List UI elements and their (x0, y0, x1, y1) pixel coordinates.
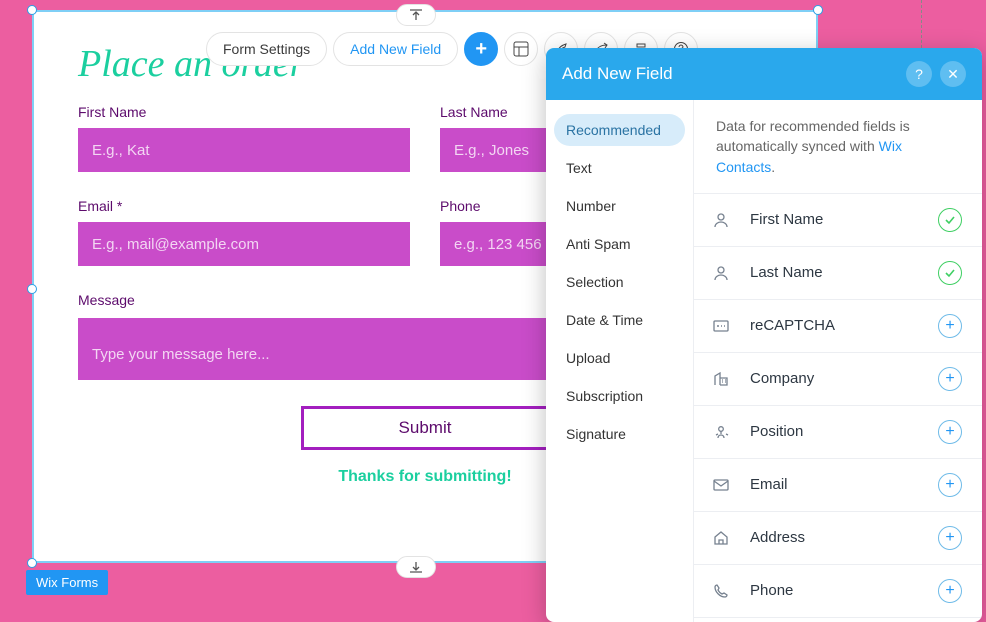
add-icon[interactable]: + (938, 314, 962, 338)
desc-suffix: . (771, 159, 775, 175)
field-option-position[interactable]: Position+ (694, 406, 982, 459)
panel-close-button[interactable]: ✕ (940, 61, 966, 87)
field-option-label: Email (750, 476, 938, 493)
field-option-label: Address (750, 529, 938, 546)
component-tag[interactable]: Wix Forms (26, 570, 108, 595)
resize-handle[interactable] (27, 558, 37, 568)
company-icon (710, 370, 732, 388)
add-icon[interactable]: + (938, 526, 962, 550)
add-new-field-button[interactable]: Add New Field (333, 32, 458, 66)
home-icon (710, 529, 732, 547)
field-option-last-name[interactable]: Last Name (694, 247, 982, 300)
mail-icon (710, 476, 732, 494)
field-option-label: Phone (750, 582, 938, 599)
position-icon (710, 423, 732, 441)
check-icon[interactable] (938, 208, 962, 232)
field-option-phone[interactable]: Phone+ (694, 565, 982, 618)
panel-header: Add New Field ? ✕ (546, 48, 982, 100)
field-option-label: Position (750, 423, 938, 440)
field-option-label: Last Name (750, 264, 938, 281)
category-number[interactable]: Number (554, 190, 685, 222)
email-input[interactable] (78, 222, 410, 266)
category-date-time[interactable]: Date & Time (554, 304, 685, 336)
resize-handle[interactable] (813, 5, 823, 15)
resize-handle[interactable] (27, 284, 37, 294)
first-name-input[interactable] (78, 128, 410, 172)
layout-icon[interactable] (504, 32, 538, 66)
add-icon[interactable]: + (938, 420, 962, 444)
field-option-email[interactable]: Email+ (694, 459, 982, 512)
category-selection[interactable]: Selection (554, 266, 685, 298)
field-option-birthday[interactable]: 17Birthday+ (694, 618, 982, 622)
category-list: Recommended Text Number Anti Spam Selection D… (546, 100, 694, 622)
person-icon (710, 211, 732, 229)
add-icon[interactable]: + (938, 367, 962, 391)
field-option-first-name[interactable]: First Name (694, 194, 982, 247)
add-field-panel: Add New Field ? ✕ Recommended Text Number A… (546, 48, 982, 622)
field-email[interactable]: Email * (78, 198, 410, 266)
captcha-icon (710, 317, 732, 335)
field-first-name[interactable]: First Name (78, 104, 410, 172)
add-icon[interactable]: + (938, 579, 962, 603)
field-option-label: reCAPTCHA (750, 317, 938, 334)
add-icon[interactable]: + (464, 32, 498, 66)
field-option-company[interactable]: Company+ (694, 353, 982, 406)
panel-help-button[interactable]: ? (906, 61, 932, 87)
panel-title: Add New Field (562, 64, 898, 84)
submit-button[interactable]: Submit (301, 406, 549, 450)
stretch-handle-bottom[interactable] (396, 556, 436, 578)
check-icon[interactable] (938, 261, 962, 285)
field-label: First Name (78, 104, 410, 120)
field-option-address[interactable]: Address+ (694, 512, 982, 565)
category-signature[interactable]: Signature (554, 418, 685, 450)
field-option-label: First Name (750, 211, 938, 228)
person-icon (710, 264, 732, 282)
category-upload[interactable]: Upload (554, 342, 685, 374)
category-recommended[interactable]: Recommended (554, 114, 685, 146)
phone-icon (710, 582, 732, 600)
category-description: Data for recommended fields is automatic… (694, 100, 982, 194)
field-option-label: Company (750, 370, 938, 387)
category-text[interactable]: Text (554, 152, 685, 184)
field-option-recaptcha[interactable]: reCAPTCHA+ (694, 300, 982, 353)
form-settings-button[interactable]: Form Settings (206, 32, 327, 66)
stretch-handle-top[interactable] (396, 4, 436, 26)
add-icon[interactable]: + (938, 473, 962, 497)
resize-handle[interactable] (27, 5, 37, 15)
category-anti-spam[interactable]: Anti Spam (554, 228, 685, 260)
field-label: Email * (78, 198, 410, 214)
category-subscription[interactable]: Subscription (554, 380, 685, 412)
field-list: First NameLast NamereCAPTCHA+Company+Pos… (694, 194, 982, 622)
